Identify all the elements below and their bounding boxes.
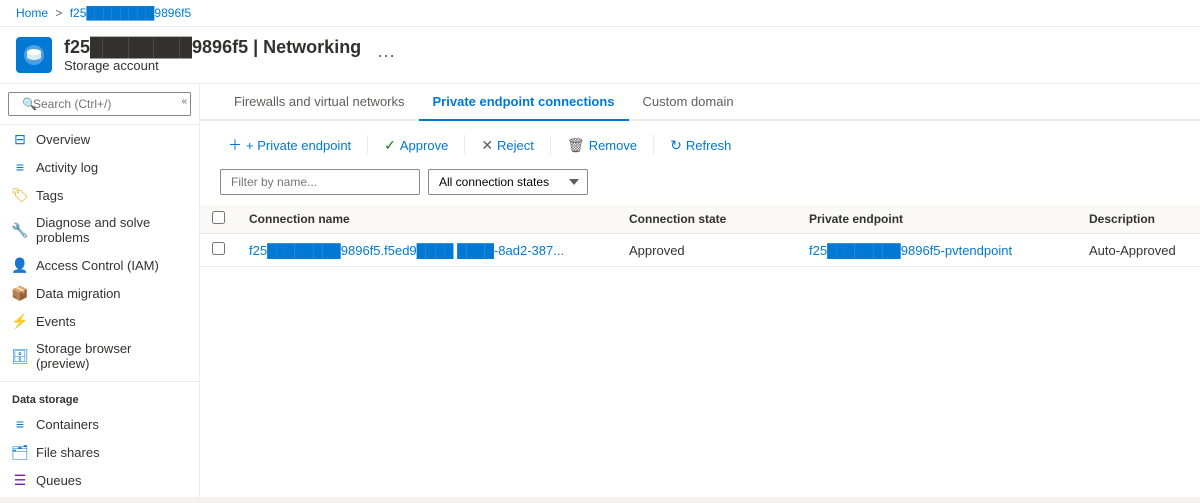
tab-custom-domain[interactable]: Custom domain — [629, 84, 748, 121]
connection-state-header: Connection state — [617, 205, 797, 234]
resource-icon — [16, 37, 52, 73]
row-checkbox-cell — [200, 234, 237, 267]
add-icon: ＋ — [228, 135, 242, 155]
sidebar-item-label: Activity log — [36, 160, 98, 175]
sidebar-item-label: Data migration — [36, 286, 121, 301]
toolbar-separator-3 — [550, 135, 551, 155]
sidebar-item-diagnose[interactable]: 🔧 Diagnose and solve problems — [0, 209, 199, 251]
add-private-endpoint-button[interactable]: ＋ + Private endpoint — [220, 131, 359, 159]
activity-log-icon: ≡ — [12, 159, 28, 175]
sidebar-item-file-shares[interactable]: 🗂 File shares — [0, 438, 199, 466]
events-icon: ⚡ — [12, 313, 28, 329]
table-row: f25████████9896f5.f5ed9████ ████-8ad2-38… — [200, 234, 1200, 267]
access-control-icon: 👤 — [12, 257, 28, 273]
sidebar-item-overview[interactable]: ⊟ Overview — [0, 125, 199, 153]
toolbar-separator-4 — [653, 135, 654, 155]
remove-icon: 🗑 — [567, 137, 585, 154]
queues-icon: ☰ — [12, 472, 28, 488]
select-all-header — [200, 205, 237, 234]
description-cell: Auto-Approved — [1077, 234, 1200, 267]
tabs-container: Firewalls and virtual networks Private e… — [200, 84, 1200, 121]
description-header: Description — [1077, 205, 1200, 234]
filter-row: All connection statesApprovedPendingReje… — [200, 169, 1200, 205]
overview-icon: ⊟ — [12, 131, 28, 147]
tab-firewalls[interactable]: Firewalls and virtual networks — [220, 84, 419, 121]
sidebar-item-label: Overview — [36, 132, 90, 147]
private-endpoint-cell: f25████████9896f5-pvtendpoint — [797, 234, 1077, 267]
page-subtitle: Storage account — [64, 58, 361, 73]
row-checkbox[interactable] — [212, 242, 225, 255]
sidebar-item-label: Queues — [36, 473, 82, 488]
sidebar-item-label: Tags — [36, 188, 63, 203]
sidebar-item-queues[interactable]: ☰ Queues — [0, 466, 199, 494]
refresh-button[interactable]: ↻ Refresh — [662, 133, 739, 158]
toolbar-separator-1 — [367, 135, 368, 155]
breadcrumb: Home > f25████████9896f5 — [0, 0, 1200, 27]
remove-button[interactable]: 🗑 Remove — [559, 133, 645, 158]
approve-button[interactable]: ✓ Approve — [376, 133, 456, 158]
tab-private-endpoint[interactable]: Private endpoint connections — [419, 84, 629, 121]
sidebar-item-tables[interactable]: ☰ Tables — [0, 494, 199, 497]
connection-name-cell: f25████████9896f5.f5ed9████ ████-8ad2-38… — [237, 234, 617, 267]
private-endpoint-link[interactable]: f25████████9896f5-pvtendpoint — [809, 243, 1012, 258]
sidebar-item-access-control[interactable]: 👤 Access Control (IAM) — [0, 251, 199, 279]
sidebar-item-label: Diagnose and solve problems — [36, 215, 187, 245]
data-storage-section: Data storage — [0, 381, 199, 410]
containers-icon: ≡ — [12, 416, 28, 432]
tags-icon: 🏷 — [12, 187, 28, 203]
header-ellipsis[interactable]: ··· — [377, 45, 395, 66]
reject-button[interactable]: ✕ Reject — [473, 133, 542, 158]
sidebar-item-label: Events — [36, 314, 76, 329]
connection-name-link[interactable]: f25████████9896f5.f5ed9████ ████-8ad2-38… — [249, 243, 564, 258]
sidebar-item-label: Storage browser (preview) — [36, 341, 187, 371]
private-endpoint-header: Private endpoint — [797, 205, 1077, 234]
sidebar-item-events[interactable]: ⚡ Events — [0, 307, 199, 335]
connection-state-cell: Approved — [617, 234, 797, 267]
data-migration-icon: 📦 — [12, 285, 28, 301]
table-container: Connection name Connection state Private… — [200, 205, 1200, 267]
file-shares-icon: 🗂 — [12, 444, 28, 460]
sidebar-item-containers[interactable]: ≡ Containers — [0, 410, 199, 438]
search-icon: 🔍 — [22, 97, 37, 111]
sidebar-item-storage-browser[interactable]: 🗄 Storage browser (preview) — [0, 335, 199, 377]
sidebar-item-label: Access Control (IAM) — [36, 258, 159, 273]
sidebar-item-activity-log[interactable]: ≡ Activity log — [0, 153, 199, 181]
filter-input[interactable] — [220, 169, 420, 195]
diagnose-icon: 🔧 — [12, 222, 28, 238]
page-header: f25████████9896f5 | Networking Storage a… — [0, 27, 1200, 84]
collapse-icon[interactable]: « — [177, 92, 191, 111]
sidebar-item-tags[interactable]: 🏷 Tags — [0, 181, 199, 209]
reject-icon: ✕ — [481, 137, 493, 154]
toolbar-separator-2 — [464, 135, 465, 155]
breadcrumb-home[interactable]: Home — [16, 6, 48, 20]
page-title: f25████████9896f5 | Networking — [64, 37, 361, 58]
header-text: f25████████9896f5 | Networking Storage a… — [64, 37, 361, 73]
refresh-icon: ↻ — [670, 137, 682, 154]
sidebar-item-data-migration[interactable]: 📦 Data migration — [0, 279, 199, 307]
approve-icon: ✓ — [384, 137, 396, 154]
breadcrumb-sep: > — [55, 6, 62, 20]
breadcrumb-resource[interactable]: f25████████9896f5 — [70, 6, 191, 20]
connection-name-header: Connection name — [237, 205, 617, 234]
storage-browser-icon: 🗄 — [12, 348, 28, 364]
sidebar-item-label: File shares — [36, 445, 100, 460]
toolbar: ＋ + Private endpoint ✓ Approve ✕ Reject … — [200, 121, 1200, 169]
select-all-checkbox[interactable] — [212, 211, 225, 224]
connection-state-filter[interactable]: All connection statesApprovedPendingReje… — [428, 169, 588, 195]
sidebar-item-label: Containers — [36, 417, 99, 432]
